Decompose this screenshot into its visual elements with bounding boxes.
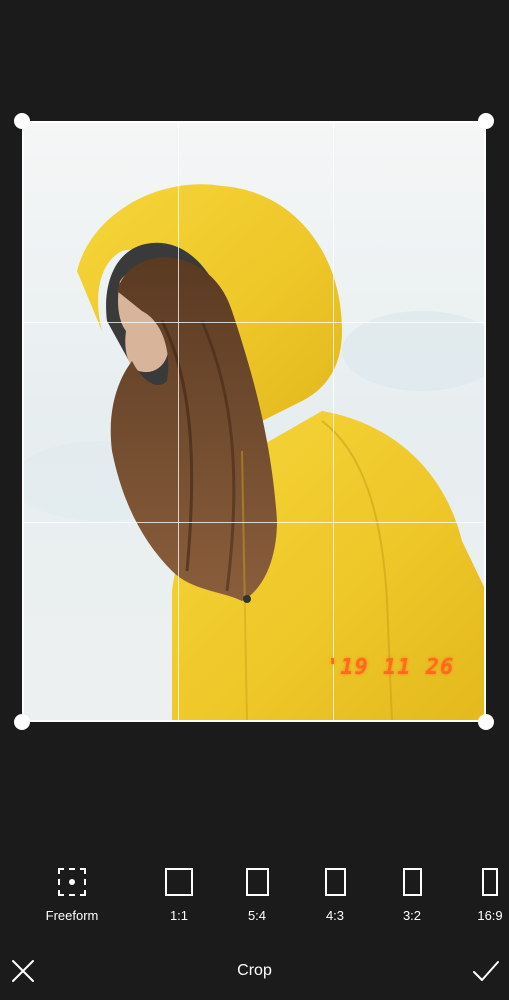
ratio-5-4-icon <box>245 868 269 896</box>
crop-handle-top-right[interactable] <box>478 113 494 129</box>
ratio-option-16-9[interactable]: 16:9 <box>455 860 509 923</box>
crop-handle-bottom-right[interactable] <box>478 714 494 730</box>
bottom-toolbar: Crop <box>0 950 509 1000</box>
page-title: Crop <box>237 962 272 979</box>
grid-line <box>333 123 334 720</box>
aspect-ratio-bar: Freeform 1:1 5:4 4:3 3:2 16:9 <box>0 860 509 940</box>
ratio-label: 16:9 <box>477 908 503 923</box>
ratio-label: 5:4 <box>247 908 267 923</box>
ratio-label: 3:2 <box>402 908 422 923</box>
ratio-16-9-icon <box>482 868 498 896</box>
grid-line <box>24 522 484 523</box>
ratio-1-1-icon <box>165 868 193 896</box>
freeform-crop-icon <box>58 868 86 896</box>
grid-line <box>24 322 484 323</box>
crop-frame[interactable] <box>22 121 486 722</box>
crop-handle-top-left[interactable] <box>14 113 30 129</box>
crop-handle-bottom-left[interactable] <box>14 714 30 730</box>
grid-line <box>178 123 179 720</box>
apply-button[interactable] <box>470 956 502 986</box>
ratio-4-3-icon <box>324 868 346 896</box>
ratio-option-4-3[interactable]: 4:3 <box>300 860 370 923</box>
ratio-label: Freeform <box>45 908 99 923</box>
ratio-option-1-1[interactable]: 1:1 <box>144 860 214 923</box>
ratio-3-2-icon <box>402 868 422 896</box>
date-stamp: '19 11 26 <box>326 655 455 680</box>
ratio-option-5-4[interactable]: 5:4 <box>222 860 292 923</box>
ratio-label: 4:3 <box>325 908 345 923</box>
ratio-label: 1:1 <box>169 908 189 923</box>
ratio-option-freeform[interactable]: Freeform <box>37 860 107 923</box>
ratio-option-3-2[interactable]: 3:2 <box>377 860 447 923</box>
checkmark-icon <box>473 961 499 981</box>
